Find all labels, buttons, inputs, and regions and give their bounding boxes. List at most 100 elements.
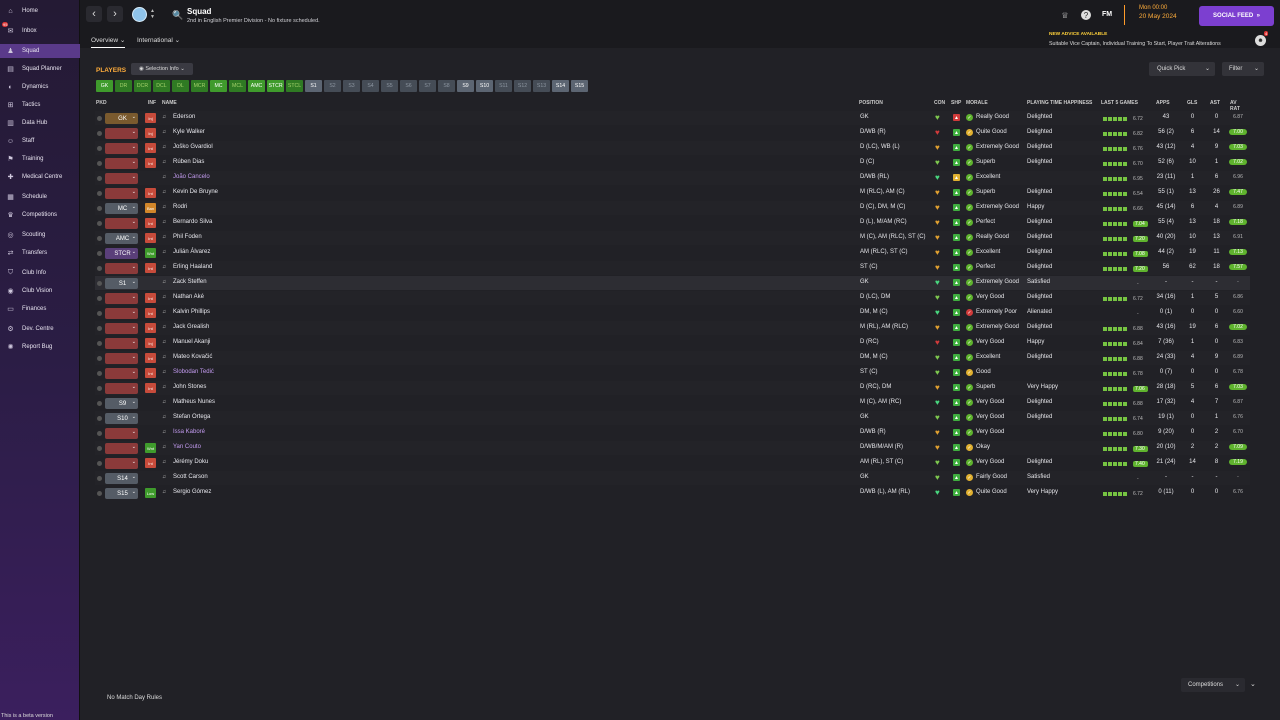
info-badge[interactable]: Wnt [145,248,156,258]
table-row[interactable]: ⌄ Int ♫ Jérémy Doku AM (RL), ST (C) ♥ ▲ ✓ Very G… [95,456,1250,470]
info-badge[interactable]: Inj [145,113,156,123]
headphones-icon[interactable]: ♫ [162,474,166,480]
headphones-icon[interactable]: ♫ [162,429,166,435]
position-chip-s4[interactable]: S4 [362,80,379,92]
pick-radio[interactable] [97,326,102,331]
info-badge[interactable]: Int [145,383,156,393]
position-chip-s12[interactable]: S12 [514,80,531,92]
club-crest-icon[interactable] [132,7,147,22]
player-name[interactable]: Nathan Aké [173,294,204,300]
info-badge[interactable]: Int [145,233,156,243]
headphones-icon[interactable]: ♫ [162,114,166,120]
sidebar-item-scouting[interactable]: ◎ Scouting [0,228,80,242]
club-switch-icon[interactable]: ▲ ▼ [150,8,155,20]
selection-dropdown[interactable]: ⌄ [105,443,138,454]
help-icon[interactable]: ? [1081,10,1091,20]
pick-radio[interactable] [97,356,102,361]
header-inf[interactable]: INF [148,100,156,106]
position-chip-mcl[interactable]: MCL [229,80,246,92]
sidebar-item-tactics[interactable]: ⊞ Tactics [0,98,80,112]
selection-dropdown[interactable]: GK ⌄ [105,113,138,124]
headphones-icon[interactable]: ♫ [162,489,166,495]
back-arrow-icon[interactable]: ‹ [86,6,102,22]
player-name[interactable]: Manuel Akanji [173,339,210,345]
quick-pick-button[interactable]: Quick Pick ⌄ [1149,62,1215,76]
pick-radio[interactable] [97,221,102,226]
sidebar-item-transfers[interactable]: ⇄ Transfers [0,246,80,260]
info-badge[interactable]: Int [145,353,156,363]
position-chip-s10[interactable]: S10 [476,80,493,92]
pick-radio[interactable] [97,476,102,481]
position-chip-dcl[interactable]: DCL [153,80,170,92]
table-row[interactable]: S1 ⌄ ♫ Zack Steffen GK ♥ ▲ ✓ Extremely Good Satis… [95,276,1250,290]
position-chip-s5[interactable]: S5 [381,80,398,92]
table-row[interactable]: ⌄ Int ♫ Bernardo Silva D (L), M/AM (RC) ♥ ▲ ✓ Pe… [95,216,1250,230]
pick-radio[interactable] [97,161,102,166]
selection-dropdown[interactable]: ⌄ [105,293,138,304]
header-con[interactable]: CON [934,100,945,106]
pick-radio[interactable] [97,416,102,421]
pick-radio[interactable] [97,386,102,391]
pick-radio[interactable] [97,266,102,271]
pick-radio[interactable] [97,236,102,241]
player-name[interactable]: Yan Couto [173,444,201,450]
player-name[interactable]: Zack Steffen [173,279,207,285]
headphones-icon[interactable]: ♫ [162,234,166,240]
headphones-icon[interactable]: ♫ [162,339,166,345]
player-name[interactable]: Julián Álvarez [173,249,210,255]
sidebar-item-home[interactable]: ⌂ Home [0,4,80,18]
header-shp[interactable]: SHP [951,100,961,106]
sidebar-item-training[interactable]: ⚑ Training [0,152,80,166]
fm-logo[interactable]: FM [1102,11,1112,18]
selection-dropdown[interactable]: ⌄ [105,263,138,274]
position-chip-dl[interactable]: DL [172,80,189,92]
pick-radio[interactable] [97,251,102,256]
sidebar-item-club-vision[interactable]: ◉ Club Vision [0,284,80,298]
header-position[interactable]: POSITION [859,100,883,106]
selection-dropdown[interactable]: MC ⌄ [105,203,138,214]
table-row[interactable]: ⌄ Int ♫ Jack Grealish M (RL), AM (RLC) ♥ ▲ ✓ Ext… [95,321,1250,335]
info-badge[interactable]: Int [145,263,156,273]
headphones-icon[interactable]: ♫ [162,384,166,390]
headphones-icon[interactable]: ♫ [162,354,166,360]
info-badge[interactable]: Int [145,368,156,378]
sidebar-item-dynamics[interactable]: ◐ Dynamics [0,80,80,94]
table-row[interactable]: ⌄ Int ♫ Mateo Kovačić DM, M (C) ♥ ▲ ✓ Excellent D… [95,351,1250,365]
sidebar-item-medical-centre[interactable]: ✚ Medical Centre [0,170,80,184]
headphones-icon[interactable]: ♫ [162,279,166,285]
info-badge[interactable]: Int [145,143,156,153]
table-row[interactable]: ⌄ Int ♫ Erling Haaland ST (C) ♥ ▲ ✓ Perfect Delig… [95,261,1250,275]
selection-dropdown[interactable]: S9 ⌄ [105,398,138,409]
sidebar-item-staff[interactable]: ☺ Staff [0,134,80,148]
table-row[interactable]: MC ⌄ Ban ♫ Rodri D (C), DM, M (C) ♥ ▲ ✓ Extremely… [95,201,1250,215]
sidebar-item-squad[interactable]: ♟ Squad [0,44,80,58]
position-chip-s11[interactable]: S11 [495,80,512,92]
info-badge[interactable]: Inj [145,128,156,138]
position-chip-s15[interactable]: S15 [571,80,588,92]
position-chip-s9[interactable]: S9 [457,80,474,92]
header-last5[interactable]: LAST 5 GAMES [1101,100,1138,106]
search-icon[interactable]: 🔍 [172,10,183,21]
selection-dropdown[interactable]: ⌄ [105,368,138,379]
player-name[interactable]: Kyle Walker [173,129,205,135]
table-row[interactable]: ⌄ Int ♫ Rúben Dias D (C) ♥ ▲ ✓ Superb Delighted 6.… [95,156,1250,170]
sidebar-item-data-hub[interactable]: ▥ Data Hub [0,116,80,130]
table-row[interactable]: ⌄ Inj ♫ Kyle Walker D/WB (R) ♥ ▲ ✓ Quite Good Del… [95,126,1250,140]
trophy-icon[interactable]: ♕ [1060,10,1070,20]
pick-radio[interactable] [97,176,102,181]
headphones-icon[interactable]: ♫ [162,369,166,375]
table-row[interactable]: S9 ⌄ ♫ Matheus Nunes M (C), AM (RC) ♥ ▲ ✓ Very G… [95,396,1250,410]
info-badge[interactable]: Ban [145,203,156,213]
player-name[interactable]: Jack Grealish [173,324,209,330]
table-row[interactable]: ⌄ Wnt ♫ Yan Couto D/WB/M/AM (R) ♥ ▲ ✓ Okay 7.30 20… [95,441,1250,455]
selection-dropdown[interactable]: ⌄ [105,428,138,439]
selection-dropdown[interactable]: ⌄ [105,158,138,169]
header-apps[interactable]: APPS [1156,100,1170,106]
player-name[interactable]: Bernardo Silva [173,219,212,225]
headphones-icon[interactable]: ♫ [162,204,166,210]
selection-dropdown[interactable]: ⌄ [105,308,138,319]
table-row[interactable]: ⌄ Int ♫ John Stones D (RC), DM ♥ ▲ ✓ Superb Very … [95,381,1250,395]
selection-dropdown[interactable]: ⌄ [105,173,138,184]
player-name[interactable]: Rúben Dias [173,159,204,165]
pick-radio[interactable] [97,401,102,406]
